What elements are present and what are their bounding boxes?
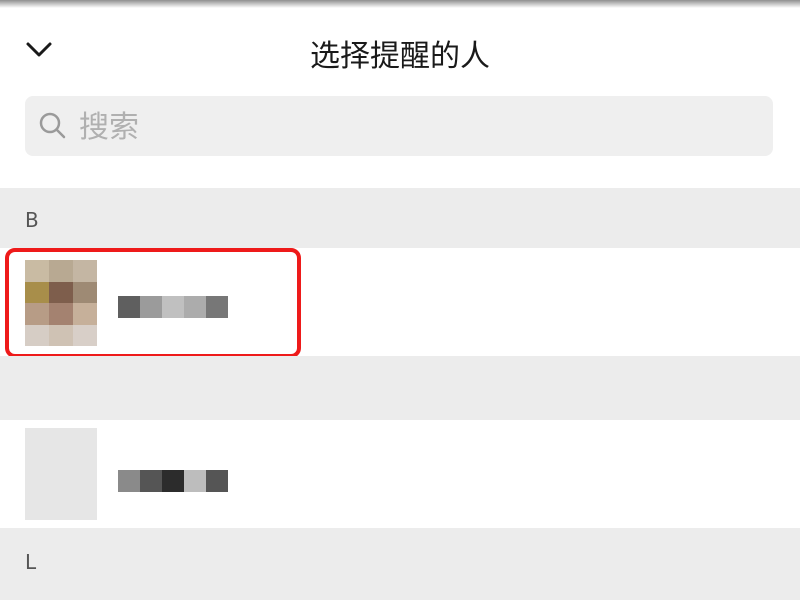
section-header — [0, 356, 800, 420]
section-header-l: L — [0, 528, 800, 600]
highlight-box — [5, 248, 301, 358]
section-letter: L — [25, 550, 37, 574]
header: 选择提醒的人 — [0, 0, 800, 95]
contact-row[interactable] — [0, 420, 800, 528]
section-header-b: B — [0, 188, 800, 248]
page-title: 选择提醒的人 — [310, 39, 490, 74]
search-icon — [39, 112, 66, 139]
search-bar[interactable] — [25, 96, 773, 156]
contact-name-blurred — [118, 470, 228, 492]
section-letter: B — [25, 208, 39, 232]
search-input[interactable] — [77, 104, 761, 150]
avatar — [25, 428, 97, 520]
